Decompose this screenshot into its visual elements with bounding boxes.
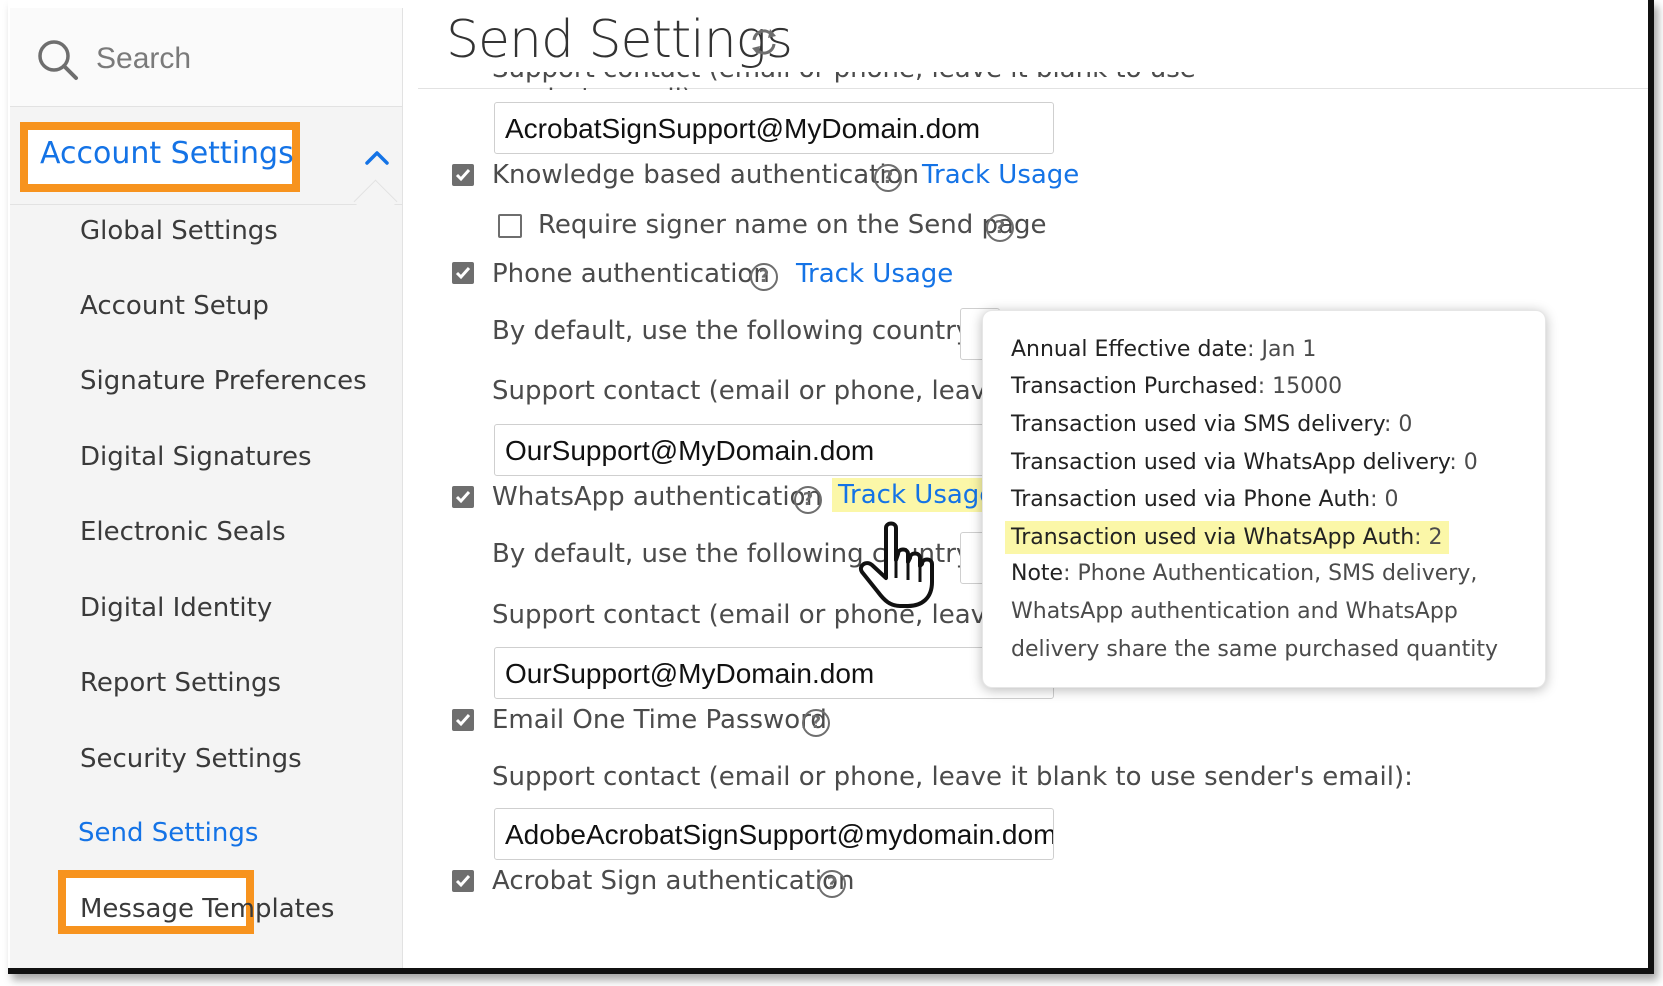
phone-auth-label: Phone authentication [492, 259, 770, 289]
require-signer-checkbox[interactable] [498, 214, 522, 238]
email-otp-support-label: Support contact (email or phone, leave i… [492, 762, 1413, 792]
app-window: Search Account Settings Global Settings … [8, 0, 1654, 974]
search-icon [38, 40, 78, 80]
help-icon[interactable]: ? [750, 263, 778, 291]
refresh-icon[interactable] [748, 26, 780, 58]
email-otp-support-field[interactable]: AdobeAcrobatSignSupport@mydomain.dom [494, 808, 1054, 860]
popover-note-line: WhatsApp authentication and WhatsApp [1011, 599, 1458, 624]
popover-note: Note: Phone Authentication, SMS delivery… [1011, 561, 1478, 586]
kba-label: Knowledge based authentication [492, 160, 919, 190]
sidebar-item-account-setup[interactable]: Account Setup [80, 291, 269, 321]
popover-row-highlighted: Transaction used via WhatsApp Auth: 2 [1005, 521, 1449, 554]
kba-track-usage-link[interactable]: Track Usage [922, 160, 1079, 190]
sidebar: Search Account Settings Global Settings … [10, 8, 403, 968]
search-placeholder: Search [96, 42, 192, 75]
sidebar-item-global-settings[interactable]: Global Settings [80, 216, 278, 246]
popover-row: Transaction used via Phone Auth: 0 [1011, 487, 1399, 512]
email-otp-checkbox[interactable] [452, 709, 474, 731]
chevron-up-icon[interactable] [364, 148, 390, 166]
checkmark-icon [455, 267, 471, 280]
checkmark-icon [455, 714, 471, 727]
help-icon[interactable]: ? [818, 870, 846, 898]
sidebar-item-message-templates[interactable]: Message Templates [80, 894, 334, 924]
phone-auth-track-usage-link[interactable]: Track Usage [796, 259, 953, 289]
help-icon[interactable]: ? [794, 486, 822, 514]
help-icon[interactable]: ? [986, 214, 1014, 242]
acrobat-sign-auth-label: Acrobat Sign authentication [492, 866, 855, 896]
help-icon[interactable]: ? [802, 709, 830, 737]
sidebar-item-electronic-seals[interactable]: Electronic Seals [80, 517, 286, 547]
sidebar-item-digital-identity[interactable]: Digital Identity [80, 593, 272, 623]
kba-checkbox[interactable] [452, 164, 474, 186]
help-icon[interactable]: ? [874, 164, 902, 192]
section-account-settings[interactable]: Account Settings [40, 136, 294, 171]
sidebar-item-report-settings[interactable]: Report Settings [80, 668, 281, 698]
popover-note-line: delivery share the same purchased quanti… [1011, 637, 1498, 662]
track-usage-popover: Annual Effective date: Jan 1 Transaction… [982, 310, 1546, 688]
page-title: Send Settings [446, 10, 793, 70]
sidebar-item-send-settings[interactable]: Send Settings [78, 818, 258, 848]
search-input[interactable]: Search [10, 8, 402, 107]
popover-row: Annual Effective date: Jan 1 [1011, 337, 1317, 362]
sidebar-item-security-settings[interactable]: Security Settings [80, 744, 302, 774]
whatsapp-auth-checkbox[interactable] [452, 486, 474, 508]
phone-auth-checkbox[interactable] [452, 262, 474, 284]
require-signer-label: Require signer name on the Send page [538, 210, 1047, 240]
kba-support-field[interactable]: AcrobatSignSupport@MyDomain.dom [494, 102, 1054, 154]
sidebar-item-signature-preferences[interactable]: Signature Preferences [80, 366, 367, 396]
popover-row: Transaction used via SMS delivery: 0 [1011, 412, 1413, 437]
acrobat-sign-auth-checkbox[interactable] [452, 870, 474, 892]
whatsapp-support-field[interactable]: OurSupport@MyDomain.dom [494, 647, 1054, 699]
sidebar-item-digital-signatures[interactable]: Digital Signatures [80, 442, 312, 472]
popover-row: Transaction used via WhatsApp delivery: … [1011, 450, 1478, 475]
checkmark-icon [455, 491, 471, 504]
checkmark-icon [455, 169, 471, 182]
whatsapp-auth-label: WhatsApp authentication [492, 482, 822, 512]
popover-row: Transaction Purchased: 15000 [1011, 374, 1343, 399]
phone-support-field[interactable]: OurSupport@MyDomain.dom [494, 424, 1054, 476]
support-contact-label-partial: Support contact (email or phone, leave i… [492, 72, 1272, 90]
whatsapp-track-usage-link[interactable]: Track Usage [832, 478, 1002, 512]
email-otp-label: Email One Time Password [492, 705, 827, 735]
checkmark-icon [455, 875, 471, 888]
hand-cursor-icon [859, 521, 934, 608]
